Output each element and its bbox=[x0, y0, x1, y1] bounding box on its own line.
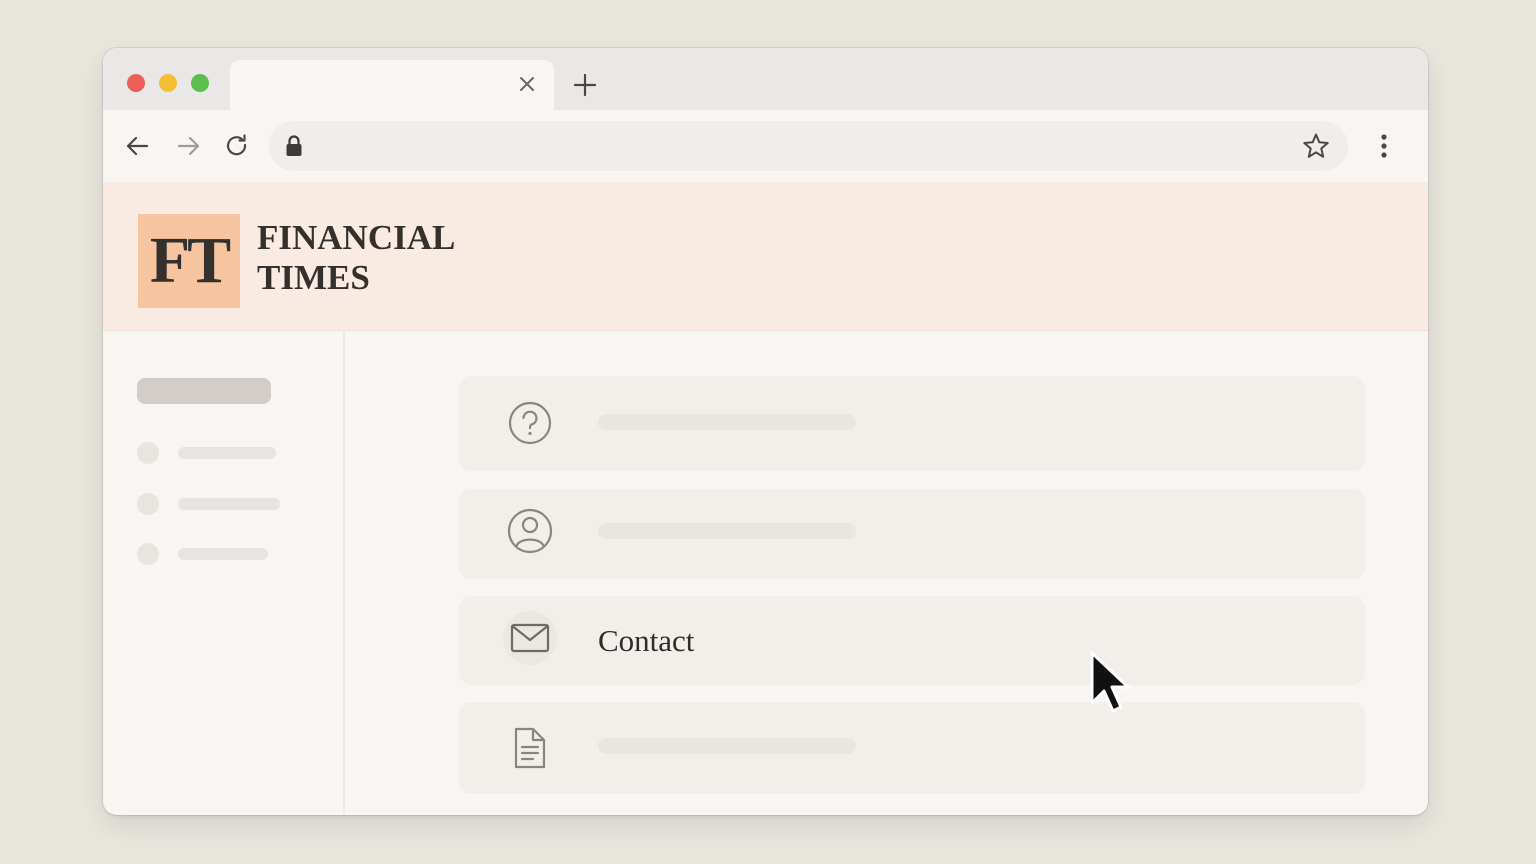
arrow-left-icon[interactable] bbox=[125, 133, 151, 159]
document-icon bbox=[503, 721, 557, 775]
sidebar-item-dot bbox=[137, 442, 159, 464]
menu-item-label: Contact bbox=[598, 623, 695, 658]
close-icon[interactable] bbox=[516, 73, 538, 95]
sidebar-heading-placeholder bbox=[137, 378, 271, 404]
menu-item-account[interactable] bbox=[459, 489, 1365, 579]
menu-item-label-placeholder bbox=[598, 738, 856, 754]
brand-line-1: FINANCIAL bbox=[257, 218, 456, 257]
window-close-button[interactable] bbox=[127, 74, 145, 92]
sidebar-item-dot bbox=[137, 493, 159, 515]
arrow-right-icon[interactable] bbox=[175, 133, 201, 159]
ft-logo[interactable]: FT bbox=[138, 214, 240, 308]
sidebar bbox=[103, 331, 345, 815]
mail-icon bbox=[503, 611, 557, 665]
browser-window: FT FINANCIAL TIMES Contact bbox=[103, 48, 1428, 815]
plus-icon[interactable] bbox=[572, 72, 598, 98]
brand-name[interactable]: FINANCIAL TIMES bbox=[257, 218, 455, 298]
window-maximize-button[interactable] bbox=[191, 74, 209, 92]
browser-tab[interactable] bbox=[230, 60, 554, 110]
address-bar[interactable] bbox=[269, 121, 1348, 171]
sidebar-item-placeholder bbox=[178, 447, 276, 459]
window-minimize-button[interactable] bbox=[159, 74, 177, 92]
site-header: FT FINANCIAL TIMES bbox=[103, 182, 1428, 331]
tab-bar bbox=[103, 48, 1428, 110]
browser-toolbar bbox=[103, 110, 1428, 182]
sidebar-item-placeholder bbox=[178, 548, 268, 560]
help-circle-icon bbox=[503, 396, 557, 450]
menu-item-contact[interactable]: Contact bbox=[459, 596, 1365, 685]
sidebar-item-dot bbox=[137, 543, 159, 565]
lock-icon bbox=[286, 135, 302, 156]
menu-item-help[interactable] bbox=[459, 376, 1365, 471]
reload-icon[interactable] bbox=[224, 133, 250, 159]
logo-monogram: FT bbox=[149, 224, 231, 297]
user-circle-icon bbox=[503, 504, 557, 558]
mouse-pointer-icon bbox=[1090, 651, 1130, 713]
menu-item-document[interactable] bbox=[459, 702, 1365, 794]
brand-line-2: TIMES bbox=[257, 258, 370, 297]
star-icon[interactable] bbox=[1302, 132, 1330, 160]
menu-item-label-placeholder bbox=[598, 523, 856, 539]
page-content: Contact bbox=[103, 331, 1428, 815]
menu-item-label-placeholder bbox=[598, 414, 856, 430]
sidebar-item-placeholder bbox=[178, 498, 280, 510]
kebab-menu-icon[interactable] bbox=[1371, 130, 1397, 162]
